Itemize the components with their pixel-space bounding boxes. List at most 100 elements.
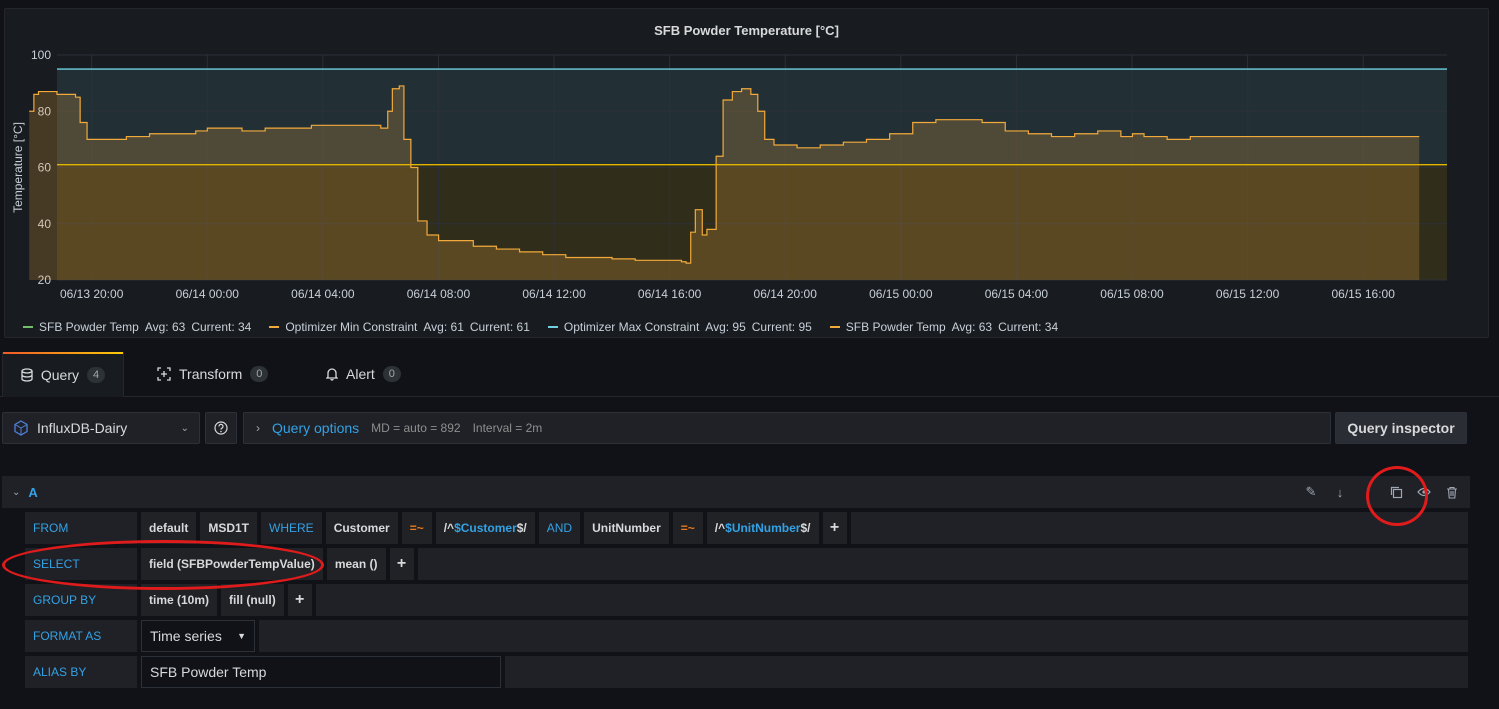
tag-key-customer[interactable]: Customer [325, 512, 398, 544]
x-tick-label: 06/15 16:00 [1331, 287, 1395, 301]
operator-regex-match[interactable]: =~ [401, 512, 432, 544]
query-inspector-button[interactable]: Query inspector [1335, 412, 1467, 444]
select-field[interactable]: field (SFBPowderTempValue) [141, 548, 323, 580]
x-tick-label: 06/14 08:00 [407, 287, 471, 301]
query-row-header[interactable]: ⌄ A [2, 476, 1470, 508]
legend-swatch [547, 326, 558, 328]
trash-icon[interactable] [1444, 484, 1460, 500]
tab-count-badge: 4 [87, 367, 106, 383]
regex-prefix: /^ [714, 521, 726, 535]
format-as-value: Time series [150, 628, 222, 644]
graph-panel: SFB Powder Temperature [°C] 20 40 60 80 100 0… [4, 8, 1489, 338]
row-filler [850, 512, 1468, 544]
legend-name: SFB Powder Temp [39, 320, 139, 334]
group-by-row: GROUP BY time (10m) fill (null) + [25, 584, 1468, 616]
variable-unitnumber: $UnitNumber [725, 521, 801, 535]
query-ref-id[interactable]: A [28, 485, 37, 500]
format-as-select[interactable]: Time series ▼ [141, 620, 255, 652]
legend-avg: Avg: 61 [423, 320, 464, 334]
legend-current: Current: 95 [751, 320, 812, 334]
trash-glyph [1447, 486, 1457, 499]
from-row: FROM default MSD1T WHERE Customer =~ /^ $… [25, 512, 1468, 544]
from-label: FROM [25, 512, 137, 544]
tab-label: Transform [179, 366, 243, 382]
legend-avg: Avg: 95 [705, 320, 746, 334]
group-by-fill[interactable]: fill (null) [221, 584, 284, 616]
pencil-icon[interactable]: ✎ [1303, 484, 1319, 500]
query-options-label: Query options [272, 420, 360, 436]
x-tick-label: 06/14 20:00 [754, 287, 818, 301]
legend-avg: Avg: 63 [144, 320, 186, 334]
add-where-button[interactable]: + [822, 512, 847, 544]
alias-by-value: SFB Powder Temp [150, 664, 267, 680]
add-select-button[interactable]: + [389, 548, 414, 580]
legend-name: SFB Powder Temp [845, 320, 946, 334]
tab-alert[interactable]: Alert 0 [326, 352, 401, 396]
row-filler [315, 584, 1468, 616]
select-row: SELECT field (SFBPowderTempValue) mean (… [25, 548, 1468, 580]
database-icon [21, 368, 33, 382]
legend-item-max-constraint[interactable]: Optimizer Max Constraint Avg: 95 Current… [547, 320, 812, 334]
legend-swatch [23, 326, 33, 328]
interval-value: Interval = 2m [472, 421, 543, 435]
measurement[interactable]: MSD1T [200, 512, 258, 544]
duplicate-query-icon[interactable] [1388, 484, 1404, 500]
chevron-right-icon: › [256, 421, 260, 435]
arrow-down-icon[interactable]: ↓ [1332, 484, 1348, 500]
x-tick-label: 06/14 16:00 [638, 287, 702, 301]
x-tick-label: 06/14 00:00 [176, 287, 240, 301]
group-by-label: GROUP BY [25, 584, 137, 616]
question-circle-icon [214, 421, 228, 435]
eye-icon[interactable] [1416, 484, 1432, 500]
select-function-mean[interactable]: mean () [326, 548, 386, 580]
where-keyword: WHERE [261, 512, 322, 544]
operator-regex-match[interactable]: =~ [672, 512, 703, 544]
alias-by-row: ALIAS BY SFB Powder Temp [25, 656, 1468, 688]
tag-value-customer[interactable]: /^ $Customer $/ [435, 512, 535, 544]
tab-transform[interactable]: Transform 0 [157, 352, 269, 396]
x-tick-label: 06/15 00:00 [869, 287, 933, 301]
alias-by-input[interactable]: SFB Powder Temp [141, 656, 501, 688]
tab-count-badge: 0 [250, 366, 269, 382]
legend-current: Current: 34 [191, 320, 252, 334]
x-tick-label: 06/15 04:00 [985, 287, 1049, 301]
tab-label: Alert [346, 366, 375, 382]
query-options-toggle[interactable]: › Query options MD = auto = 892 Interval… [243, 412, 1331, 444]
max-data-points: MD = auto = 892 [371, 421, 461, 435]
select-label: SELECT [25, 548, 137, 580]
format-as-row: FORMAT AS Time series ▼ [25, 620, 1468, 652]
bell-icon [326, 368, 338, 381]
legend-name: Optimizer Min Constraint [285, 320, 418, 334]
legend-name: Optimizer Max Constraint [563, 320, 700, 334]
influxdb-icon [14, 420, 28, 436]
legend-item-sfb-powder-temp-2[interactable]: SFB Powder Temp Avg: 63 Current: 34 [829, 320, 1059, 334]
temperature-chart: 2040608010006/13 20:00 06/14 00:00 06/14 0… [11, 48, 1447, 301]
regex-suffix: $/ [800, 521, 811, 535]
chevron-down-icon: ⌄ [180, 422, 189, 434]
help-button[interactable] [205, 412, 237, 444]
add-group-by-button[interactable]: + [287, 584, 312, 616]
legend-item-sfb-powder-temp[interactable]: SFB Powder Temp Avg: 63 Current: 34 [23, 320, 251, 334]
y-tick-label: 100 [31, 48, 51, 62]
copy-icon [1390, 486, 1402, 498]
regex-suffix: $/ [516, 521, 527, 535]
collapse-chevron-icon[interactable]: ⌄ [12, 487, 20, 498]
legend-current: Current: 34 [998, 320, 1059, 334]
row-filler [259, 620, 1468, 652]
and-keyword[interactable]: AND [538, 512, 581, 544]
tag-value-unitnumber[interactable]: /^ $UnitNumber $/ [706, 512, 819, 544]
tag-key-unitnumber[interactable]: UnitNumber [584, 512, 669, 544]
variable-customer: $Customer [454, 521, 517, 535]
group-by-time[interactable]: time (10m) [141, 584, 218, 616]
datasource-select[interactable]: InfluxDB-Dairy ⌄ [2, 412, 200, 444]
legend-item-min-constraint[interactable]: Optimizer Min Constraint Avg: 61 Current… [269, 320, 530, 334]
row-filler [417, 548, 1468, 580]
format-as-label: FORMAT AS [25, 620, 137, 652]
legend-avg: Avg: 63 [951, 320, 993, 334]
tab-query[interactable]: Query 4 [2, 352, 124, 397]
datasource-name: InfluxDB-Dairy [37, 420, 128, 436]
y-axis-label: Temperature [°C] [11, 122, 25, 213]
transform-icon [157, 367, 171, 381]
legend-swatch [269, 326, 280, 328]
retention-policy[interactable]: default [141, 512, 197, 544]
